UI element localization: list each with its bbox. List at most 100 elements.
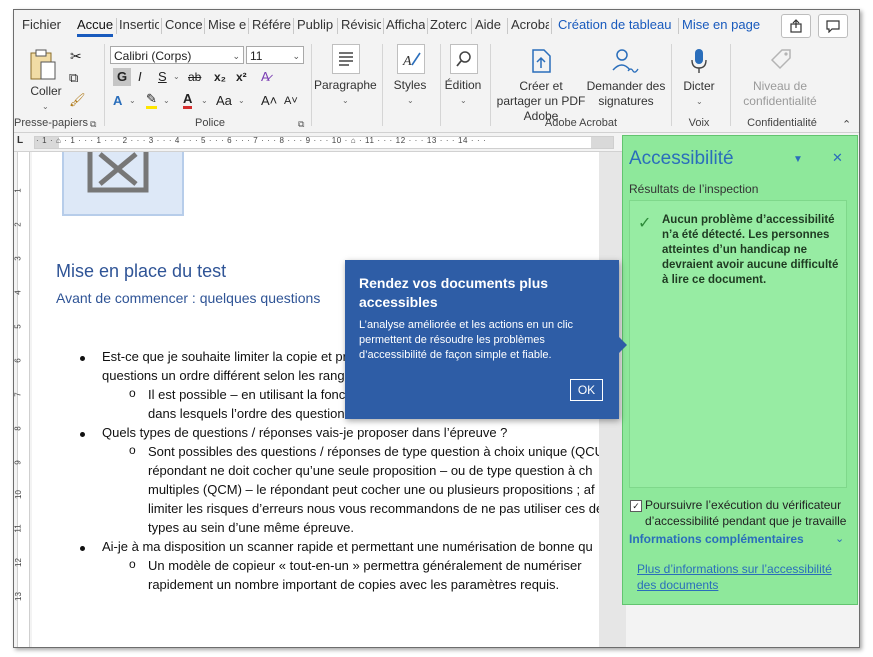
highlight-icon[interactable]: ✎ [146,92,157,109]
styles-button[interactable]: A [397,44,425,74]
doc-line: types au sein d’une même épreuve. [148,520,354,535]
create-pdf-button[interactable] [529,46,555,76]
dictate-dropdown-icon[interactable]: ⌄ [696,97,703,106]
ok-button[interactable]: OK [570,379,603,401]
search-icon [456,51,471,67]
paragraph-button[interactable] [332,44,360,74]
paste-label: Coller [30,84,62,98]
font-color-icon[interactable]: A [183,92,193,109]
svg-text:A: A [402,54,412,69]
tab-home[interactable]: Accue [77,17,113,37]
tab-insert[interactable]: Insertio [119,17,159,32]
pane-title: Accessibilité [629,148,734,169]
more-info-header[interactable]: Informations complémentaires [629,532,804,546]
font-color-dropdown-icon[interactable]: ⌄ [201,96,208,105]
text-effects-dropdown-icon[interactable]: ⌄ [129,96,136,105]
tab-table-design[interactable]: Création de tableau [558,17,676,32]
heading-2: Avant de commencer : quelques questions [56,290,321,306]
case-dropdown-icon[interactable]: ⌄ [238,96,245,105]
image-placeholder[interactable] [62,152,184,216]
dictate-button[interactable] [688,46,710,76]
collapse-ribbon-icon[interactable]: ⌃ [842,118,851,131]
pane-options-icon[interactable]: ▼ [793,154,803,165]
styles-dropdown-icon[interactable]: ⌄ [407,96,414,105]
tab-review[interactable]: Révisio [341,17,381,32]
close-icon[interactable]: ✕ [832,150,843,166]
vruler-mark: 12 [13,558,23,567]
sensitivity-label: Niveau de confidentialité [743,79,817,108]
callout-pointer [619,337,627,353]
sub-bullet: o [129,443,136,457]
editing-button[interactable] [450,44,478,74]
doc-line: Est-ce que je souhaite limiter la copie … [102,349,347,364]
comments-button[interactable] [818,14,848,38]
clear-formatting-icon[interactable]: A̷ [261,68,270,86]
tab-references[interactable]: Référe [252,17,291,32]
keep-checker-label[interactable]: Poursuivre l’exécution du vérificateur d… [645,497,850,529]
signature-icon [612,49,639,73]
editing-dropdown-icon[interactable]: ⌄ [460,96,467,105]
dictate-label: Dicter [683,79,715,93]
cut-icon[interactable]: ✂ [70,48,82,65]
copy-icon[interactable]: ⧉ [69,70,78,86]
font-launcher-icon[interactable]: ⧉ [298,119,304,130]
tab-help[interactable]: Aide [475,17,505,32]
tab-acrobat[interactable]: Acroba [511,17,549,32]
paste-dropdown-icon[interactable]: ⌄ [42,102,49,111]
font-name-value: Calibri (Corps) [114,49,192,63]
vruler-mark: 9 [13,460,23,465]
underline-dropdown-icon[interactable]: ⌄ [173,72,180,81]
more-info-link[interactable]: Plus d’informations sur l’accessibilité … [637,561,849,593]
doc-line: répondant ne doit cocher qu’une seule pr… [148,463,593,478]
tab-design[interactable]: Concep [165,17,202,32]
tab-view[interactable]: Afficha [386,17,425,32]
highlight-dropdown-icon[interactable]: ⌄ [163,96,170,105]
doc-line: rapidement un nombre important de copies… [148,577,560,592]
font-name-box[interactable]: Calibri (Corps) ⌄ [110,46,244,64]
confidential-group-label: Confidentialité [747,117,817,129]
microphone-icon [691,49,707,73]
inspection-results-label: Résultats de l’inspection [629,182,759,196]
subscript-button[interactable]: x₂ [214,68,226,86]
horizontal-ruler[interactable]: L · 1 · ⌂ · 1 · · · 1 · · · 2 · · · 3 · … [14,133,626,152]
tab-stop-icon[interactable]: L [17,135,23,146]
callout-body: L’analyse améliorée et les actions en un… [359,319,574,361]
paste-button[interactable] [28,48,64,82]
clipboard-launcher-icon[interactable]: ⧉ [90,119,96,130]
change-case-button[interactable]: Aa [216,92,232,110]
vruler-mark: 6 [13,358,23,363]
signatures-label: Demander des signatures [586,79,666,108]
italic-button[interactable]: I [138,68,142,86]
result-message: Aucun problème d’accessibilité n’a été d… [662,214,839,286]
format-painter-icon[interactable]: 🖌 [69,92,86,108]
sensitivity-button[interactable] [768,46,794,76]
bullet [80,356,85,361]
paragraph-dropdown-icon[interactable]: ⌄ [342,96,349,105]
bold-button[interactable]: G [113,68,132,86]
text-effects-icon[interactable]: A [113,92,122,110]
share-icon [790,19,802,33]
superscript-button[interactable]: x² [236,68,247,86]
checkmark-icon: ✓ [638,215,652,232]
sub-bullet: o [129,557,136,571]
doc-line: Ai-je à ma disposition un scanner rapide… [102,539,593,554]
tab-zotero[interactable]: Zoterc [430,17,470,32]
chevron-down-icon[interactable]: ⌄ [835,532,844,545]
tab-file[interactable]: Fichier [22,17,68,32]
request-signatures-button[interactable] [610,46,640,76]
pdf-share-icon [532,49,551,73]
keep-checker-checkbox[interactable]: ✓ [630,500,642,512]
doc-line: Quels types de questions / réponses vais… [102,425,508,440]
grow-font-button[interactable]: A˄ [261,92,277,110]
sub-bullet: o [129,386,136,400]
shrink-font-button[interactable]: A˅ [284,92,298,110]
ribbon: Coller ⌄ ✂ ⧉ 🖌 Presse-papiers ⧉ Calibri … [14,40,859,133]
tab-table-layout[interactable]: Mise en page [682,17,764,32]
font-size-box[interactable]: 11 ⌄ [246,46,304,64]
share-button[interactable] [781,14,811,38]
underline-button[interactable]: S [158,68,167,86]
vruler-mark: 11 [13,524,23,533]
tab-layout[interactable]: Mise en [208,17,246,32]
tab-mailings[interactable]: Publip [297,17,335,32]
strikethrough-button[interactable]: ab [188,68,201,86]
